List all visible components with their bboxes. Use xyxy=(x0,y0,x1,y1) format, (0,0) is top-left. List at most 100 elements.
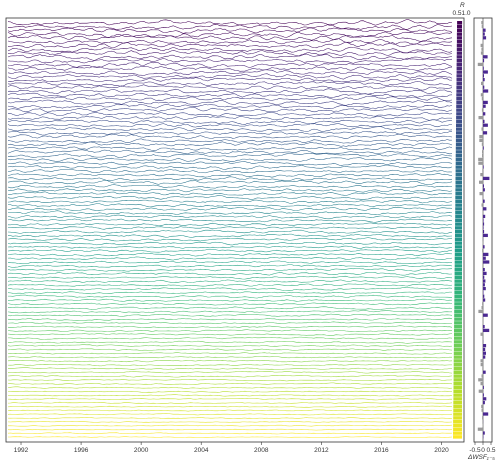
series-line xyxy=(7,397,452,401)
delta-bar xyxy=(481,81,483,86)
r-bar xyxy=(453,347,462,352)
delta-bar xyxy=(483,279,486,283)
r-bar xyxy=(454,306,462,310)
series-line xyxy=(7,375,453,378)
series-line xyxy=(8,424,453,427)
r-bar xyxy=(453,431,462,435)
r-bar xyxy=(454,302,462,306)
r-bar xyxy=(454,249,462,253)
r-bar xyxy=(455,199,462,204)
r-bar xyxy=(457,24,462,29)
series-line xyxy=(7,409,453,412)
r-bar xyxy=(455,169,462,173)
series-line xyxy=(7,133,453,140)
series-line xyxy=(7,325,453,328)
x-tick-label: 2016 xyxy=(374,447,389,454)
series-line xyxy=(7,356,453,359)
r-color-bars xyxy=(453,21,463,439)
series-line xyxy=(7,302,453,306)
r-bar xyxy=(455,142,462,147)
series-line xyxy=(7,382,453,385)
delta-bar xyxy=(478,378,483,382)
r-bar xyxy=(455,146,462,150)
r-bar xyxy=(455,173,462,177)
delta-bar xyxy=(483,184,484,188)
series-line xyxy=(7,386,453,389)
delta-bar xyxy=(483,165,484,169)
r-bar xyxy=(454,252,462,257)
r-bar xyxy=(453,366,462,371)
series-line xyxy=(7,233,453,238)
series-line xyxy=(7,306,453,310)
delta-bar xyxy=(479,192,483,196)
r-bar xyxy=(454,245,462,249)
delta-bar xyxy=(483,344,487,348)
r-bar xyxy=(454,309,462,314)
r-bar xyxy=(454,328,462,333)
series-line xyxy=(8,23,453,31)
r-bar xyxy=(456,47,462,52)
series-line xyxy=(7,417,453,419)
delta-bar xyxy=(477,427,483,431)
r-bar xyxy=(455,233,462,238)
series-line xyxy=(8,336,453,340)
r-bar xyxy=(456,32,462,36)
delta-axis-label: ΔWSF₁₋₅ xyxy=(467,454,495,461)
series-line xyxy=(7,92,453,98)
series-line xyxy=(7,317,453,321)
series-line xyxy=(8,294,453,299)
r-bar xyxy=(454,298,462,302)
series-line xyxy=(7,428,453,431)
r-bar xyxy=(453,423,462,428)
delta-bar xyxy=(483,397,487,401)
r-bar xyxy=(455,211,462,215)
r-axis: 0.5 1.0 xyxy=(452,10,470,17)
main-series-lines xyxy=(7,19,453,438)
series-line xyxy=(7,260,453,264)
series-line xyxy=(8,390,452,393)
r-bar xyxy=(454,241,462,245)
series-line xyxy=(7,321,452,325)
delta-bar xyxy=(483,85,485,89)
r-axis-title: R xyxy=(460,2,465,9)
series-line xyxy=(7,210,453,215)
delta-bar xyxy=(483,214,486,219)
r-bar xyxy=(456,43,462,48)
series-line xyxy=(7,123,452,128)
series-line xyxy=(7,146,453,151)
series-line xyxy=(7,405,453,408)
r-bar xyxy=(456,97,462,101)
r-bar xyxy=(455,138,462,143)
series-line xyxy=(7,352,452,355)
r-bar xyxy=(455,192,462,196)
series-line xyxy=(7,344,453,347)
r-bar xyxy=(456,127,462,131)
series-line xyxy=(8,367,453,370)
r-bar xyxy=(453,404,462,409)
series-line xyxy=(7,206,453,211)
delta-bar xyxy=(483,252,489,257)
r-bar xyxy=(456,70,462,74)
delta-bar xyxy=(482,423,483,428)
delta-bar xyxy=(483,328,490,333)
r-bar xyxy=(454,332,462,337)
r-bar xyxy=(453,393,462,397)
delta-bar xyxy=(482,150,483,154)
series-line xyxy=(7,333,453,336)
r-bar xyxy=(455,135,462,139)
series-line xyxy=(7,99,453,106)
series-line xyxy=(7,169,453,174)
delta-bar xyxy=(483,119,485,124)
r-bar xyxy=(456,112,462,116)
r-bar xyxy=(455,226,462,230)
delta-bar xyxy=(482,154,483,158)
series-line xyxy=(7,313,453,317)
r-bar xyxy=(456,93,462,97)
series-line xyxy=(7,138,453,144)
delta-bar xyxy=(483,55,488,59)
delta-bar xyxy=(483,176,490,181)
r-bar xyxy=(454,317,462,321)
r-bar xyxy=(456,51,462,55)
delta-bar xyxy=(483,412,489,416)
series-line xyxy=(7,413,453,416)
